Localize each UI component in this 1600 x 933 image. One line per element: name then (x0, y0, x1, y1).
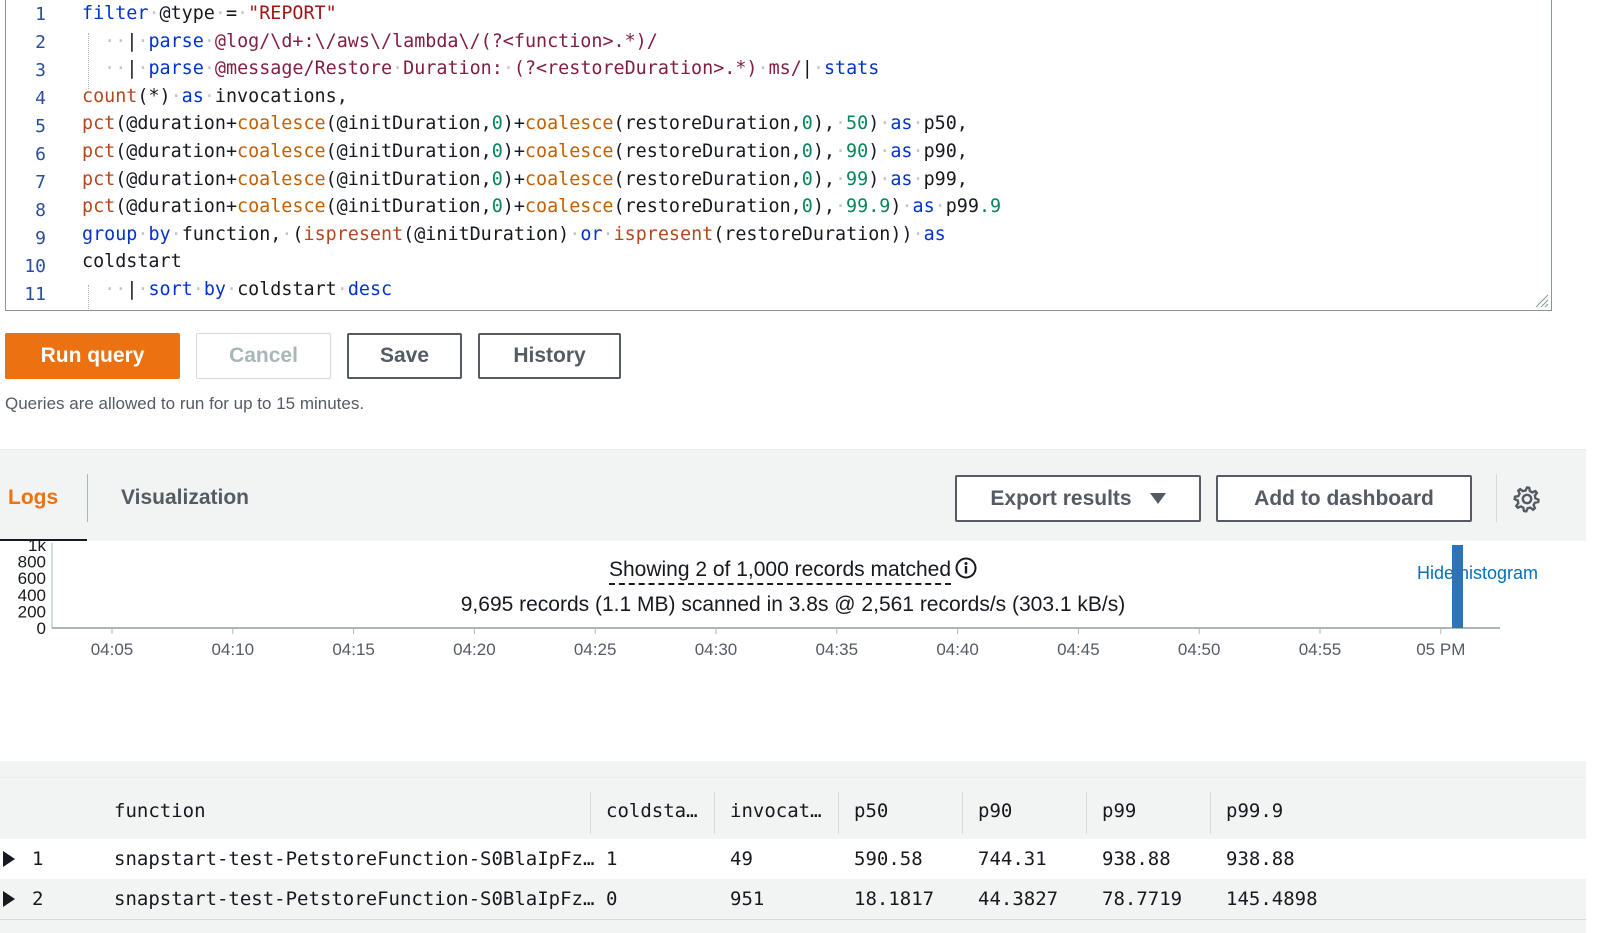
export-results-button[interactable]: Export results (955, 475, 1201, 522)
code-line: ··|·sort·by·coldstart·desc (104, 279, 393, 300)
column-divider[interactable] (838, 792, 839, 834)
code-line: ··|·parse·@log/\d+:\/aws\/lambda\/(?<fun… (104, 30, 658, 52)
x-tick-label: 04:20 (453, 640, 496, 659)
caret-down-icon (1149, 493, 1166, 504)
gear-icon[interactable] (1512, 484, 1542, 514)
table-row[interactable]: 1 snapstart-test-PetstoreFunction-S0BlaI… (0, 839, 1586, 879)
column-header-p50[interactable]: p50 (854, 800, 888, 822)
column-divider[interactable] (714, 792, 715, 834)
cell-p90: 744.31 (978, 848, 1047, 870)
line-number: 9 (35, 228, 46, 249)
x-tick-label: 04:45 (1057, 640, 1100, 659)
run-query-button[interactable]: Run query (5, 333, 180, 379)
cell-p90: 44.3827 (978, 888, 1059, 910)
line-number: 6 (35, 144, 46, 165)
cell-function: snapstart-test-PetstoreFunction-S0BlaIpF… (114, 888, 595, 910)
code-line: pct(@duration+coalesce(@initDuration,0)+… (82, 113, 968, 135)
line-number: 10 (24, 256, 46, 277)
column-divider[interactable] (1210, 792, 1211, 834)
x-tick-label: 04:55 (1299, 640, 1342, 659)
y-tick-label: 0 (37, 619, 46, 638)
x-tick-label: 04:40 (936, 640, 979, 659)
line-number: 2 (35, 32, 46, 53)
x-tick-label: 04:15 (332, 640, 375, 659)
table-header: function coldsta… invocat… p50 p90 p99 p… (0, 777, 1586, 841)
histogram-area: Showing 2 of 1,000 records matched 9,695… (0, 541, 1586, 761)
save-button[interactable]: Save (347, 333, 462, 379)
x-tick-label: 04:30 (695, 640, 738, 659)
line-number: 1 (35, 4, 46, 25)
query-editor[interactable]: 1 2 3 4 5 6 7 8 9 10 11 filter·@type·=·"… (5, 0, 1552, 311)
code-line: count(*)·as·invocations, (82, 85, 348, 107)
x-tick-label: 04:10 (212, 640, 255, 659)
cell-p99: 938.88 (1102, 848, 1171, 870)
histogram-bar (1452, 545, 1463, 628)
line-number: 11 (24, 284, 46, 305)
cell-coldstart: 1 (606, 848, 618, 870)
expand-row-icon[interactable] (3, 891, 15, 907)
row-number: 2 (32, 888, 44, 910)
column-header-p99[interactable]: p99 (1102, 800, 1136, 822)
code-line: filter·@type·=·"REPORT" (82, 3, 337, 24)
code-line: pct(@duration+coalesce(@initDuration,0)+… (82, 141, 968, 162)
cancel-button[interactable]: Cancel (196, 333, 331, 379)
x-tick-label: 04:05 (91, 640, 134, 659)
tab-visualization[interactable]: Visualization (121, 486, 249, 510)
line-number-gutter: 1 2 3 4 5 6 7 8 9 10 11 (6, 0, 76, 310)
cell-p99: 78.7719 (1102, 888, 1183, 910)
code-line: coldstart (82, 251, 182, 273)
line-number: 3 (35, 60, 46, 81)
column-header-function[interactable]: function (114, 800, 206, 822)
column-header-p90[interactable]: p90 (978, 800, 1012, 822)
line-number: 4 (35, 88, 46, 109)
line-number: 7 (35, 172, 46, 193)
row-number: 1 (32, 848, 44, 870)
tab-logs[interactable]: Logs (8, 486, 58, 510)
column-header-p99-9[interactable]: p99.9 (1226, 800, 1283, 822)
resize-handle-icon[interactable] (1533, 292, 1549, 308)
x-tick-label: 04:50 (1178, 640, 1221, 659)
code-line: ··|·parse·@message/Restore·Duration:·(?<… (104, 58, 880, 80)
export-results-label: Export results (990, 486, 1132, 510)
cell-p99-9: 938.88 (1226, 848, 1295, 870)
code-line: group·by·function,·(ispresent(@initDurat… (82, 223, 946, 245)
cell-invocations: 951 (730, 888, 765, 910)
cell-p50: 18.1817 (854, 888, 935, 910)
history-button[interactable]: History (478, 333, 621, 379)
x-tick-label: 04:25 (574, 640, 617, 659)
add-to-dashboard-button[interactable]: Add to dashboard (1216, 475, 1472, 522)
x-tick-label: 04:35 (816, 640, 859, 659)
column-header-invocations[interactable]: invocat… (730, 800, 822, 822)
cell-invocations: 49 (730, 848, 753, 870)
x-tick-label: 05 PM (1416, 640, 1465, 659)
table-row[interactable]: 2 snapstart-test-PetstoreFunction-S0BlaI… (0, 879, 1586, 920)
code-line: pct(@duration+coalesce(@initDuration,0)+… (82, 168, 968, 190)
column-divider[interactable] (962, 792, 963, 834)
cell-p50: 590.58 (854, 848, 923, 870)
cell-p99-9: 145.4898 (1226, 888, 1318, 910)
column-header-coldstart[interactable]: coldsta… (606, 800, 698, 822)
column-divider[interactable] (590, 792, 591, 834)
histogram-chart: 1k800600400200004:05 04:10 04:15 04:20 04:25… (18, 541, 1500, 659)
tab-divider (87, 474, 88, 522)
line-number: 5 (35, 116, 46, 137)
divider (1496, 474, 1497, 522)
query-timeout-hint: Queries are allowed to run for up to 15 … (5, 394, 365, 413)
code-line: pct(@duration+coalesce(@initDuration,0)+… (82, 196, 1002, 218)
cell-function: snapstart-test-PetstoreFunction-S0BlaIpF… (114, 848, 595, 870)
column-divider[interactable] (1086, 792, 1087, 834)
cell-coldstart: 0 (606, 888, 618, 910)
expand-row-icon[interactable] (3, 851, 15, 867)
line-number: 8 (35, 200, 46, 221)
